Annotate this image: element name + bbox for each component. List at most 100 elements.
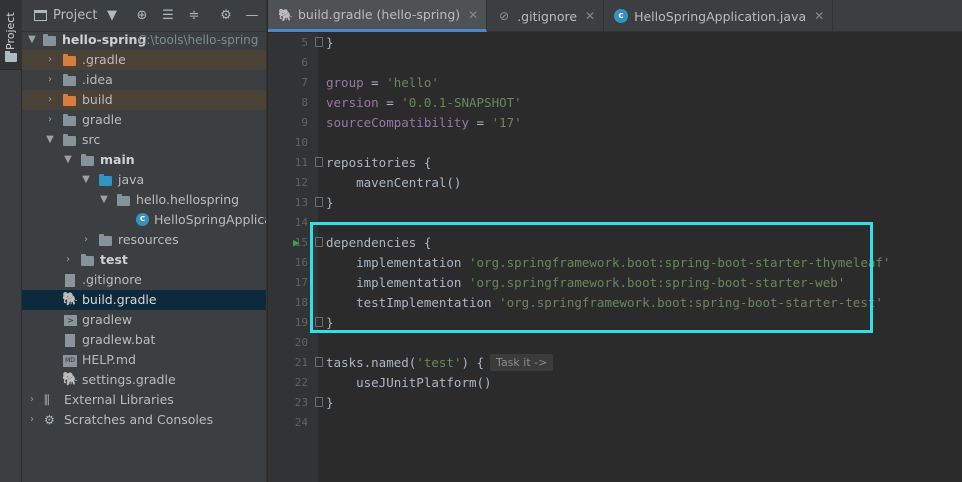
chevron-down-icon[interactable]: ▼ — [44, 130, 56, 150]
code-token: } — [326, 395, 334, 410]
folder-icon — [5, 51, 17, 62]
code-line[interactable]: 9 sourceCompatibility = '17' — [301, 113, 962, 133]
folder-icon — [63, 94, 76, 106]
code-line[interactable]: 17 implementation 'org.springframework.b… — [295, 273, 962, 293]
chevron-down-icon[interactable]: ▼ — [80, 170, 92, 190]
code-line[interactable]: 24 — [295, 413, 962, 433]
close-icon[interactable]: ✕ — [468, 8, 478, 22]
code-line[interactable]: 22 useJUnitPlatform() — [295, 373, 962, 393]
gear-icon[interactable]: ⚙ — [218, 8, 234, 24]
tree-item-java[interactable]: ▼ java — [22, 170, 266, 190]
code-line[interactable]: 11 repositories { — [295, 153, 962, 173]
tab-gitignore[interactable]: ⊘ .gitignore ✕ — [487, 0, 605, 32]
code-line[interactable]: 16 implementation 'org.springframework.b… — [295, 253, 962, 273]
code-line[interactable]: 21 tasks.named('test') {Task it -> — [295, 353, 962, 373]
tree-item-gitignore[interactable]: .gitignore — [22, 270, 266, 290]
tree-item-build[interactable]: › build — [22, 90, 266, 110]
tree-item-main[interactable]: ▼ main — [22, 150, 266, 170]
expand-all-icon[interactable]: ☰ — [160, 8, 176, 24]
tree-item-application-class[interactable]: c HelloSpringApplication — [22, 210, 266, 230]
code-line[interactable]: 7 group = 'hello' — [301, 73, 962, 93]
fold-marker-icon[interactable] — [315, 197, 323, 207]
code-line[interactable]: 5} — [301, 33, 962, 53]
code-line[interactable]: 19} — [295, 313, 962, 333]
tree-item-settings-gradle[interactable]: 🐘 settings.gradle — [22, 370, 266, 390]
code-line[interactable]: 13} — [295, 193, 962, 213]
chevron-right-icon[interactable]: › — [62, 250, 74, 270]
tree-item-gradlew-bat[interactable]: gradlew.bat — [22, 330, 266, 350]
tree-item-gradlew[interactable]: > gradlew — [22, 310, 266, 330]
code-token: } — [326, 195, 334, 210]
chevron-down-icon[interactable]: ▼ — [62, 150, 74, 170]
tree-item-hello-spring[interactable]: ▼ hello-spring C:\tools\hello-spring — [22, 30, 266, 50]
code-line[interactable]: 10 — [295, 133, 962, 153]
chevron-down-icon[interactable]: ▼ — [98, 190, 110, 210]
code-area[interactable]: 5} 6 7 group = 'hello' 8 version = '0.0.1-SNA… — [293, 33, 962, 433]
chevron-right-icon[interactable]: › — [44, 110, 56, 130]
run-gutter-icon[interactable]: ▶ — [293, 233, 300, 253]
gitignore-icon: ⊘ — [499, 9, 510, 23]
collapse-all-icon[interactable]: ≑ — [186, 8, 202, 24]
close-icon[interactable]: ✕ — [585, 9, 595, 23]
fold-marker-icon[interactable] — [315, 237, 323, 247]
code-line[interactable]: 20 — [295, 333, 962, 353]
tree-item-test[interactable]: › test — [22, 250, 266, 270]
chevron-right-icon[interactable]: › — [44, 90, 56, 110]
chevron-right-icon[interactable]: › — [44, 50, 56, 70]
folder-icon — [63, 114, 76, 126]
line-number: 16 — [294, 256, 308, 269]
minimize-icon[interactable]: — — [244, 8, 260, 24]
tree-item-external-libraries[interactable]: › ⫼ External Libraries — [22, 390, 266, 410]
tree-item-scratches[interactable]: › ⚙ Scratches and Consoles — [22, 410, 266, 430]
line-number: 6 — [301, 56, 308, 69]
chevron-right-icon[interactable]: › — [44, 70, 56, 90]
project-tool-window-button[interactable]: Project — [0, 0, 22, 70]
tree-item-label: hello-spring — [62, 32, 147, 47]
line-number: 24 — [294, 416, 308, 429]
tab-build-gradle[interactable]: 🐘 build.gradle (hello-spring) ✕ — [268, 0, 488, 32]
code-token: tasks.named( — [326, 355, 417, 370]
code-line[interactable]: 8 version = '0.0.1-SNAPSHOT' — [301, 93, 962, 113]
fold-marker-icon[interactable] — [315, 317, 323, 327]
code-token: version — [326, 95, 379, 110]
chevron-right-icon[interactable]: › — [26, 390, 38, 410]
fold-marker-icon[interactable] — [315, 157, 323, 167]
tree-item-gradle[interactable]: › gradle — [22, 110, 266, 130]
project-tree: ▼ hello-spring C:\tools\hello-spring › .… — [22, 30, 266, 430]
chevron-down-icon[interactable]: ▼ — [104, 8, 120, 24]
tree-item-resources[interactable]: › resources — [22, 230, 266, 250]
chevron-down-icon[interactable]: ▼ — [26, 30, 38, 50]
scratches-icon: ⚙ — [44, 413, 55, 427]
tree-item-src[interactable]: ▼ src — [22, 130, 266, 150]
code-line[interactable]: 6 — [301, 53, 962, 73]
fold-marker-icon[interactable] — [315, 37, 323, 47]
tab-hello-spring-application[interactable]: c HelloSpringApplication.java ✕ — [604, 0, 834, 32]
code-editor[interactable]: 5} 6 7 group = 'hello' 8 version = '0.0.1-SNA… — [268, 33, 962, 482]
code-line[interactable]: 12 mavenCentral() — [295, 173, 962, 193]
select-opened-file-icon[interactable]: ⊕ — [134, 8, 150, 24]
code-line[interactable]: 15 ▶ dependencies { — [293, 233, 962, 253]
project-view-selector[interactable]: Project — [53, 8, 97, 23]
code-token: '0.0.1-SNAPSHOT' — [401, 95, 522, 110]
code-line[interactable]: 18 testImplementation 'org.springframewo… — [295, 293, 962, 313]
fold-marker-icon[interactable] — [315, 397, 323, 407]
tree-item-help-md[interactable]: MD HELP.md — [22, 350, 266, 370]
line-number: 7 — [301, 76, 308, 89]
code-line[interactable]: 14 — [295, 213, 962, 233]
tree-item-idea[interactable]: › .idea — [22, 70, 266, 90]
fold-marker-icon[interactable] — [315, 357, 323, 367]
chevron-right-icon[interactable]: › — [26, 410, 38, 430]
tree-item-label: .idea — [82, 72, 113, 87]
tree-item-package[interactable]: ▼ hello.hellospring — [22, 190, 266, 210]
inlay-hint: Task it -> — [490, 354, 554, 371]
close-icon[interactable]: ✕ — [814, 9, 824, 23]
tree-item-label: gradle — [82, 112, 122, 127]
tab-label: .gitignore — [517, 8, 578, 24]
tree-item-label: test — [100, 252, 128, 267]
code-line[interactable]: 23} — [295, 393, 962, 413]
resources-folder-icon — [99, 234, 112, 246]
tool-window-stripe: Project — [0, 0, 22, 482]
tree-item-gradle-dir[interactable]: › .gradle — [22, 50, 266, 70]
tree-item-build-gradle[interactable]: 🐘 build.gradle — [22, 290, 266, 310]
chevron-right-icon[interactable]: › — [80, 230, 92, 250]
